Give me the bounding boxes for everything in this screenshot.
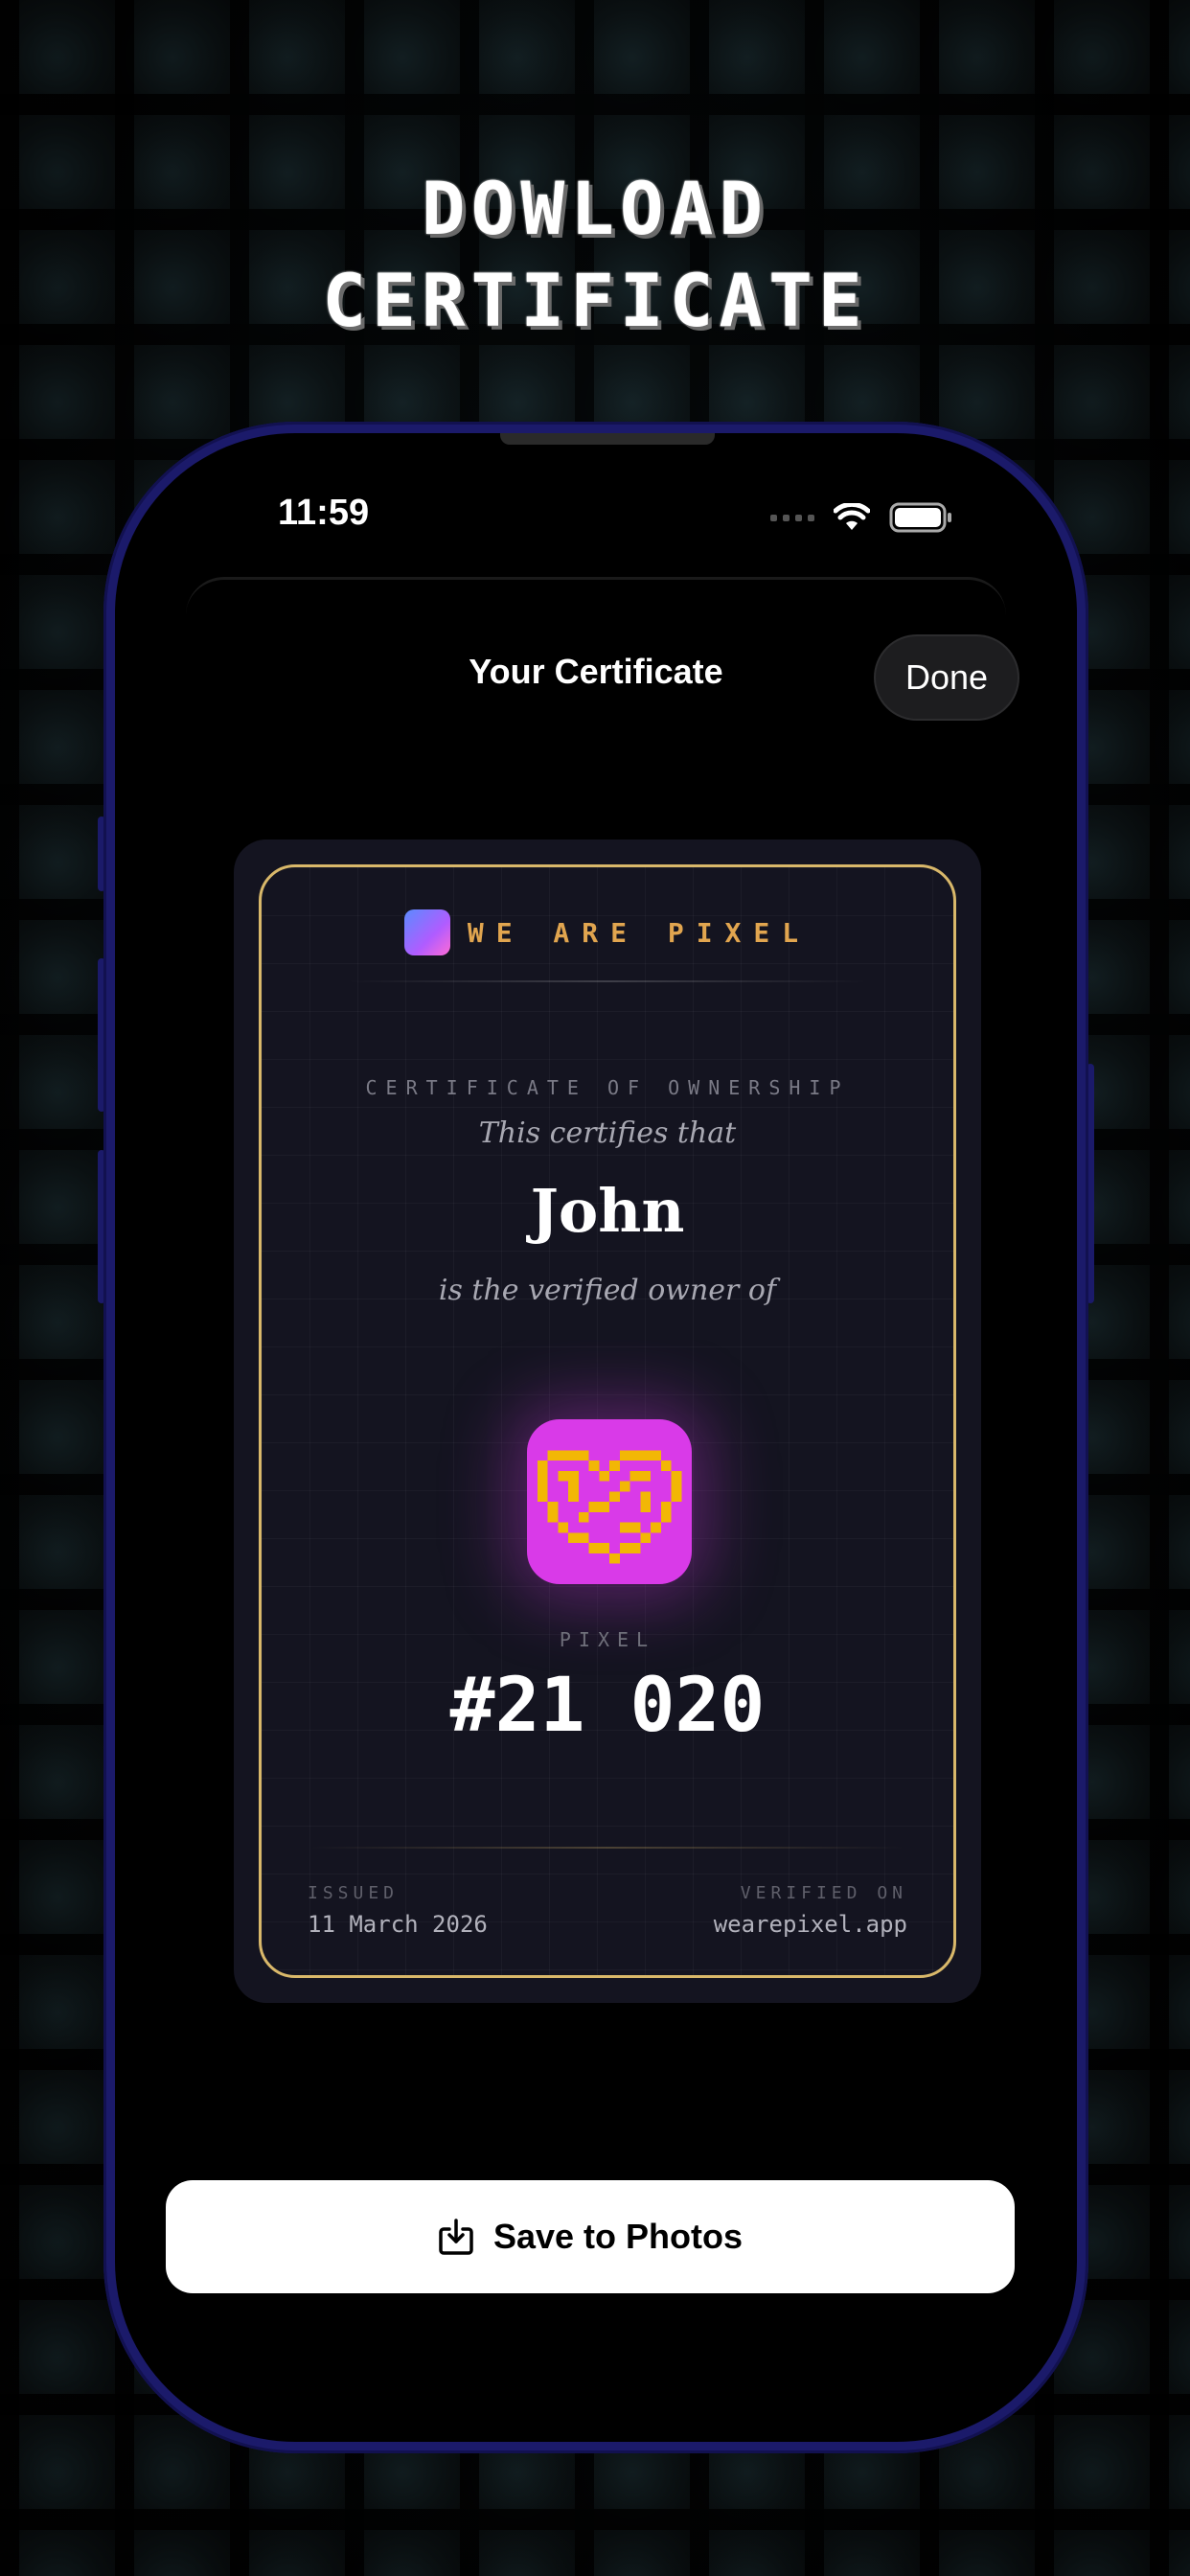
issued-block: ISSUED 11 March 2026 [308, 1883, 488, 1938]
pixel-number: #21 020 [449, 1663, 766, 1749]
verified-block: VERIFIED ON wearepixel.app [714, 1883, 907, 1938]
battery-icon [889, 502, 951, 533]
certificate-card: WE ARE PIXEL CERTIFICATE OF OWNERSHIP Th… [234, 840, 981, 2003]
cellular-signal-icon [770, 514, 814, 521]
certificate-type: CERTIFICATE OF OWNERSHIP [365, 1076, 850, 1099]
owner-name: John [530, 1176, 685, 1246]
sheet-edge [186, 577, 1006, 618]
issued-date: 11 March 2026 [308, 1911, 488, 1938]
save-button-label: Save to Photos [492, 2217, 744, 2256]
status-time: 11:59 [278, 493, 370, 533]
issued-label: ISSUED [308, 1883, 400, 1903]
brand-logo-icon [403, 909, 450, 955]
certifies-text: This certifies that [478, 1116, 737, 1150]
promo-headline: DOWLOAD CERTIFICATE [0, 163, 1190, 347]
phone-screen: 11:59 Your Certificate Done WE ARE PIXEL… [115, 433, 1077, 2442]
download-to-photos-icon [439, 2219, 473, 2255]
certificate-border: WE ARE PIXEL CERTIFICATE OF OWNERSHIP Th… [259, 864, 956, 1978]
divider [348, 980, 867, 982]
verified-site: wearepixel.app [713, 1911, 907, 1938]
save-to-photos-button[interactable]: Save to Photos [166, 2180, 1015, 2293]
status-icons [770, 502, 952, 533]
pixel-art-tile [527, 1419, 692, 1584]
pixel-label: PIXEL [559, 1628, 656, 1651]
verified-owner-text: is the verified owner of [438, 1274, 777, 1307]
done-button[interactable]: Done [874, 634, 1019, 721]
footer-divider [309, 1847, 905, 1849]
pixel-heart-icon [537, 1450, 682, 1564]
brand-name: WE ARE PIXEL [467, 916, 812, 949]
dynamic-island [500, 433, 715, 445]
headline-line-1: DOWLOAD [421, 166, 769, 251]
headline-line-2: CERTIFICATE [322, 258, 868, 343]
phone-frame: 11:59 Your Certificate Done WE ARE PIXEL… [103, 422, 1088, 2453]
brand-header: WE ARE PIXEL [262, 909, 953, 955]
wifi-icon [834, 503, 870, 530]
verified-label: VERIFIED ON [740, 1883, 907, 1903]
